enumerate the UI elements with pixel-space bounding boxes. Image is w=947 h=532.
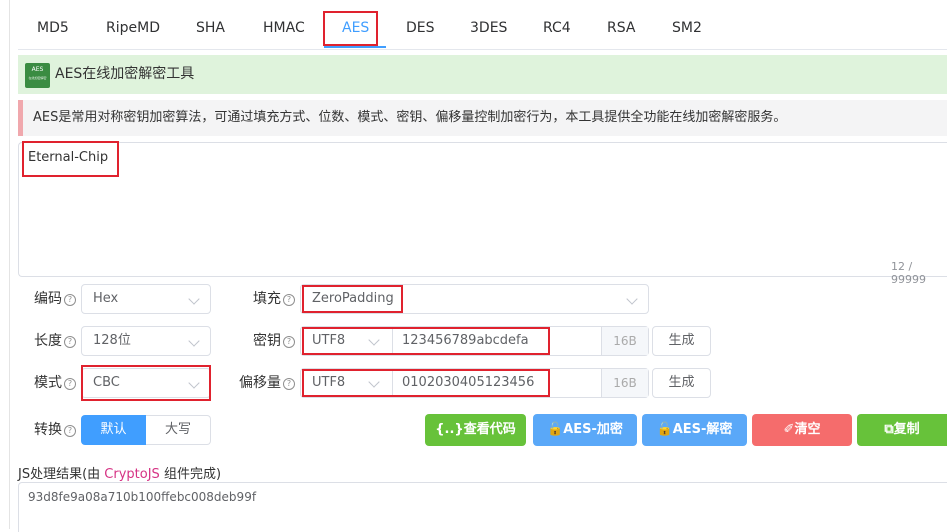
key-label: 密钥?: [253, 326, 295, 356]
algorithm-tabs: MD5 RipeMD SHA HMAC AES DES 3DES RC4 RSA…: [18, 0, 947, 50]
highlight-box-input: [22, 141, 119, 177]
copy-icon: ⧉: [884, 422, 894, 437]
result-label-prefix: JS处理结果(由: [18, 467, 105, 482]
unlock-icon: 🔓: [656, 422, 673, 437]
page-title: AES在线加密解密工具: [55, 66, 195, 82]
encoding-label-text: 编码: [34, 291, 62, 307]
key-label-text: 密钥: [253, 333, 281, 349]
tab-rc4[interactable]: RC4: [543, 0, 571, 50]
tab-ripemd[interactable]: RipeMD: [106, 0, 160, 50]
padding-label: 填充?: [253, 284, 295, 314]
mode-label: 模式?: [34, 368, 76, 398]
encrypt-button[interactable]: 🔓AES-加密: [533, 414, 637, 446]
tab-des[interactable]: DES: [406, 0, 435, 50]
length-label-text: 长度: [34, 333, 62, 349]
help-icon[interactable]: ?: [283, 378, 295, 390]
copy-label: 复制: [893, 422, 920, 437]
help-icon[interactable]: ?: [64, 378, 76, 390]
encoding-select[interactable]: Hex: [81, 284, 211, 314]
iv-label: 偏移量?: [239, 368, 295, 398]
view-code-button[interactable]: {..}查看代码: [425, 414, 526, 446]
help-icon[interactable]: ?: [64, 425, 76, 437]
tab-3des[interactable]: 3DES: [470, 0, 507, 50]
generate-key-button[interactable]: 生成: [652, 326, 711, 356]
key-size-badge: 16B: [601, 327, 648, 355]
unlock-icon: 🔓: [547, 422, 564, 437]
tab-rsa[interactable]: RSA: [607, 0, 635, 50]
encoding-label: 编码?: [34, 284, 76, 314]
chevron-down-icon: [626, 293, 638, 305]
convert-label-text: 转换: [34, 422, 62, 438]
description-text: AES是常用对称密钥加密算法，可通过填充方式、位数、模式、密钥、偏移量控制加密行…: [33, 110, 787, 125]
help-icon[interactable]: ?: [64, 294, 76, 306]
decrypt-label: AES-解密: [672, 422, 733, 437]
aes-logo: AES 在线加密解密: [25, 63, 50, 88]
result-value: 93d8fe9a08a710b100ffebc008deb99f: [28, 490, 257, 504]
eraser-icon: ✐: [783, 422, 795, 437]
highlight-box-iv: [302, 369, 550, 397]
left-border: [9, 0, 10, 529]
view-code-label: 查看代码: [463, 422, 516, 437]
tab-md5[interactable]: MD5: [37, 0, 69, 50]
code-icon: {..}: [435, 422, 464, 437]
help-icon[interactable]: ?: [283, 294, 295, 306]
char-counter: 12 / 99999: [891, 260, 926, 286]
highlight-box-mode: [81, 365, 211, 401]
chevron-down-icon: [188, 293, 200, 305]
clear-label: 清空: [794, 422, 821, 437]
tab-sha[interactable]: SHA: [196, 0, 225, 50]
clear-button[interactable]: ✐清空: [752, 414, 852, 446]
encrypt-label: AES-加密: [563, 422, 623, 437]
generate-iv-button[interactable]: 生成: [652, 368, 711, 398]
length-value: 128位: [93, 333, 131, 348]
highlight-box-key: [302, 327, 550, 355]
iv-label-text: 偏移量: [239, 375, 281, 391]
highlight-box-aes-tab: [323, 11, 378, 46]
result-label-suffix: 组件完成): [159, 467, 222, 482]
convert-default-option[interactable]: 默认: [81, 415, 146, 445]
mode-label-text: 模式: [34, 375, 62, 391]
copy-button[interactable]: ⧉复制: [857, 414, 947, 446]
cryptojs-label: CryptoJS: [104, 467, 160, 482]
active-tab-indicator: [324, 46, 386, 48]
highlight-box-padding: [302, 285, 403, 313]
result-label: JS处理结果(由 CryptoJS 组件完成): [18, 463, 221, 482]
length-select[interactable]: 128位: [81, 326, 211, 356]
tab-sm2[interactable]: SM2: [672, 0, 702, 50]
help-icon[interactable]: ?: [64, 336, 76, 348]
encoding-value: Hex: [93, 291, 119, 306]
padding-label-text: 填充: [253, 291, 281, 307]
decrypt-button[interactable]: 🔓AES-解密: [642, 414, 747, 446]
plaintext-input[interactable]: [18, 142, 947, 277]
convert-uppercase-option[interactable]: 大写: [146, 415, 211, 445]
tab-hmac[interactable]: HMAC: [263, 0, 305, 50]
iv-size-badge: 16B: [601, 369, 648, 397]
logo-text: AES: [31, 66, 44, 73]
length-label: 长度?: [34, 326, 76, 356]
logo-subtext: 在线加密解密: [28, 76, 47, 80]
convert-label: 转换?: [34, 415, 76, 445]
help-icon[interactable]: ?: [283, 336, 295, 348]
chevron-down-icon: [188, 335, 200, 347]
